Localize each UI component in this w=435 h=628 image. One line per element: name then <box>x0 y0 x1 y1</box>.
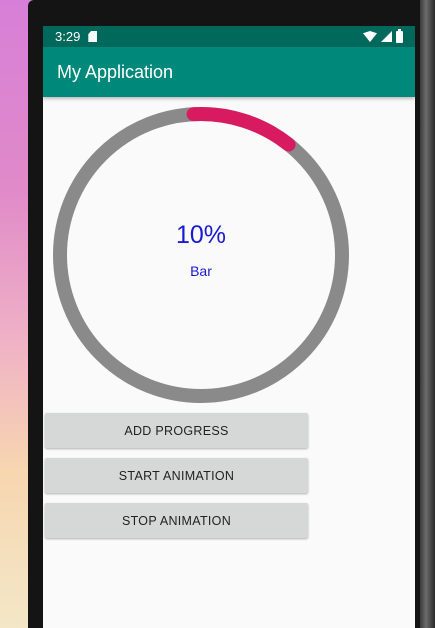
add-progress-button[interactable]: ADD PROGRESS <box>45 413 308 448</box>
battery-icon <box>396 28 403 43</box>
status-bar: 3:29 <box>43 26 415 47</box>
main-content: 10% Bar ADD PROGRESS START ANIMATION STO… <box>43 97 415 628</box>
app-title: My Application <box>57 61 174 82</box>
phone-screen: 3:29 My Application 10% Bar ADD PROGRESS… <box>43 26 415 628</box>
app-bar: My Application <box>43 47 415 97</box>
status-time: 3:29 <box>55 29 81 44</box>
stop-animation-button[interactable]: STOP ANIMATION <box>45 503 308 538</box>
cell-signal-icon <box>381 31 392 42</box>
sd-card-icon <box>88 31 98 42</box>
wifi-icon <box>363 31 377 42</box>
progress-label: Bar <box>190 263 212 279</box>
start-animation-button[interactable]: START ANIMATION <box>45 458 308 493</box>
device-side-edge <box>420 0 435 628</box>
progress-track <box>53 107 349 403</box>
progress-percent-text: 10% <box>175 221 227 249</box>
circular-progress-bar <box>52 107 349 404</box>
